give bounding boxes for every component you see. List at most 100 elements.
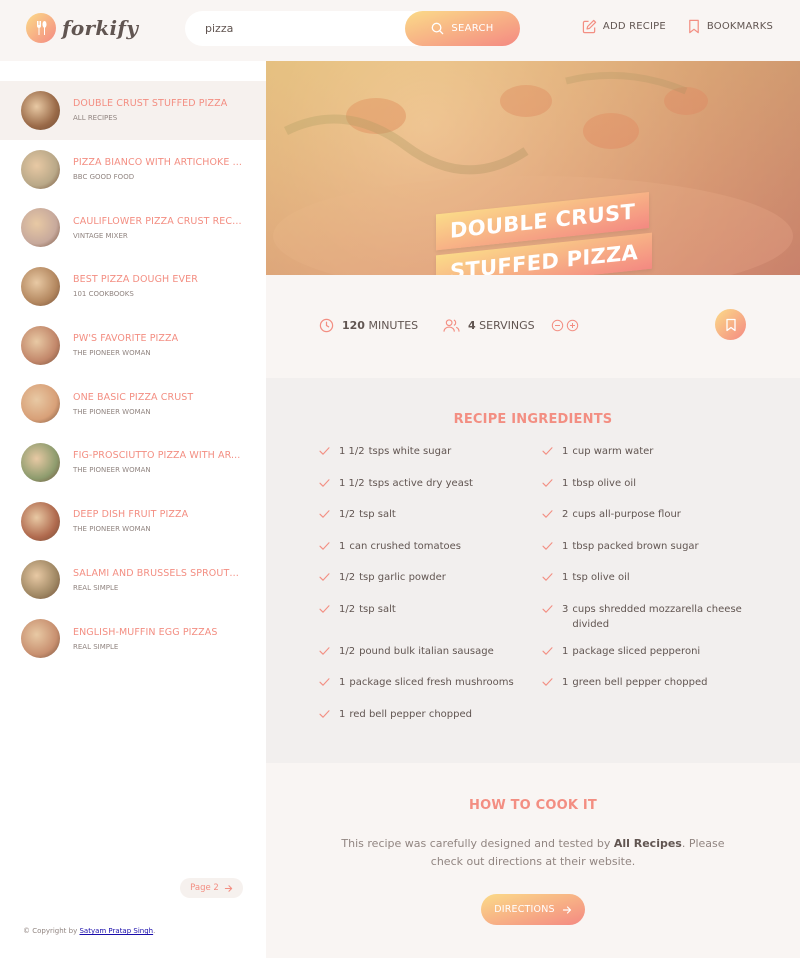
ingredient: 1 tbsp packed brown sugar [542,539,759,559]
search-result-item[interactable]: DEEP DISH FRUIT PIZZA THE PIONEER WOMAN [0,492,266,551]
recipe-thumbnail [21,501,60,541]
bookmark-recipe-button[interactable] [715,309,746,340]
directions-text-1: This recipe was carefully designed and t… [341,837,614,850]
check-icon [319,570,339,590]
ingredient: 1/2 tsp garlic powder [319,570,542,590]
result-text: DOUBLE CRUST STUFFED PIZZA ALL RECIPES [73,98,243,122]
check-icon [542,476,562,496]
ingredient: 1 package sliced pepperoni [542,644,759,664]
bookmark-icon [725,318,736,331]
result-publisher: THE PIONEER WOMAN [73,349,151,358]
next-page-button[interactable]: Page 2 [180,878,243,898]
ingredient-quantity: 1 [339,677,346,688]
ingredient: 3 cups shredded mozzarella cheese divided [542,602,759,632]
search-input[interactable] [185,11,405,46]
results-list: DOUBLE CRUST STUFFED PIZZA ALL RECIPES PIZ… [0,81,266,668]
ingredient-quantity: 1 1/2 [339,446,365,457]
check-icon [542,644,562,664]
search-result-item[interactable]: CAULIFLOWER PIZZA CRUST RECI... VINTAGE M… [0,198,266,257]
result-publisher: ALL RECIPES [73,114,118,123]
increase-servings-button[interactable] [566,319,579,332]
ingredient-quantity: 1/2 [339,645,356,657]
result-text: SALAMI AND BRUSSELS SPROUTS... REAL SIMPL… [73,568,243,592]
check-icon [319,507,339,527]
result-publisher: VINTAGE MIXER [73,231,128,240]
ingredient: 1 1/2 tsps active dry yeast [319,476,542,496]
recipe-thumbnail [21,619,60,659]
search-result-item[interactable]: ONE BASIC PIZZA CRUST THE PIONEER WOMAN [0,374,266,433]
bookmarks-button[interactable]: BOOKMARKS [687,19,773,34]
cooking-time-value: 120 [342,319,365,332]
ingredient-description: red bell pepper chopped [349,708,472,720]
ingredient-description: cup warm water [572,446,654,457]
ingredient: 1/2 tsp salt [319,602,542,632]
recipe-thumbnail [21,384,60,424]
add-recipe-button[interactable]: ADD RECIPE [582,19,666,34]
check-icon [319,444,339,464]
result-title: SALAMI AND BRUSSELS SPROUTS... [73,567,243,579]
how-to-cook-heading: HOW TO COOK IT [469,798,597,813]
copyright-prefix: © Copyright by [23,927,80,935]
ingredient-description: tsp garlic powder [359,572,446,583]
ingredient-quantity: 1/2 [339,572,356,583]
ingredient-quantity: 1 1/2 [339,477,365,489]
search-result-item[interactable]: FIG-PROSCIUTTO PIZZA WITH AR... THE PIONE… [0,433,266,492]
decrease-servings-button[interactable] [551,319,564,332]
ingredient-description: package sliced pepperoni [572,645,701,657]
bookmarks-label: BOOKMARKS [706,21,773,32]
arrow-right-icon [562,905,571,914]
next-page-label: Page 2 [190,883,219,893]
ingredient-quantity: 2 [562,509,569,520]
recipe-thumbnail [21,325,60,365]
recipe-details: 120 MINUTES 4 SERVINGS [266,275,800,378]
ingredient: 2 cups all-purpose flour [542,507,759,527]
check-icon [542,539,562,559]
result-text: BEST PIZZA DOUGH EVER 101 COOKBOOKS [73,274,243,298]
ingredient-quantity: 1 [339,708,346,720]
search-result-item[interactable]: PW'S FAVORITE PIZZA THE PIONEER WOMAN [0,316,266,375]
result-title: DOUBLE CRUST STUFFED PIZZA [73,98,228,110]
ingredient-quantity: 3 [562,603,569,615]
result-publisher: THE PIONEER WOMAN [73,466,151,475]
ingredient-quantity: 1 [562,572,569,583]
result-publisher: REAL SIMPLE [73,583,119,592]
author-link[interactable]: Satyam Pratap Singh [79,927,153,935]
directions-publisher: All Recipes [613,837,682,850]
servings-unit: SERVINGS [479,319,535,332]
ingredient: 1 green bell pepper chopped [542,675,759,695]
result-title: ENGLISH-MUFFIN EGG PIZZAS [73,626,218,638]
ingredient: 1 red bell pepper chopped [319,707,542,727]
check-icon [542,570,562,590]
copyright: © Copyright by Satyam Pratap Singh. [23,927,155,935]
cooking-time-unit: MINUTES [368,319,419,332]
ingredient: 1 tsp olive oil [542,570,759,590]
recipe-thumbnail [21,149,60,189]
recipe-thumbnail [21,90,60,130]
directions-button[interactable]: DIRECTIONS [481,894,585,925]
ingredient-quantity: 1 [562,677,569,688]
search-result-item[interactable]: BEST PIZZA DOUGH EVER 101 COOKBOOKS [0,257,266,316]
search-button[interactable]: SEARCH [405,11,520,46]
logo[interactable]: forkify [26,13,138,43]
ingredient-description: tsps active dry yeast [368,477,473,489]
recipe-thumbnail [21,560,60,600]
search-result-item[interactable]: SALAMI AND BRUSSELS SPROUTS... REAL SIMPL… [0,551,266,610]
ingredient: 1 tbsp olive oil [542,476,759,496]
ingredients-heading: RECIPE INGREDIENTS [453,412,613,427]
ingredient-quantity: 1 [562,446,569,457]
search-result-item[interactable]: ENGLISH-MUFFIN EGG PIZZAS REAL SIMPLE [0,609,266,668]
recipe-thumbnail [21,208,60,248]
ingredient: 1 cup warm water [542,444,759,464]
check-icon [319,476,339,496]
ingredient-description: package sliced fresh mushrooms [349,677,514,688]
ingredient-list: 1 1/2 tsps white sugar 1 cup warm water 1 1/… [319,444,759,726]
result-text: PW'S FAVORITE PIZZA THE PIONEER WOMAN [73,333,243,357]
ingredient-description: can crushed tomatoes [349,540,462,552]
ingredient-description: tbsp olive oil [572,477,636,489]
search-button-label: SEARCH [451,23,494,34]
ingredient: 1/2 tsp salt [319,507,542,527]
result-text: PIZZA BIANCO WITH ARTICHOKE ... BBC GOOD … [73,157,243,181]
search-results-sidebar: DOUBLE CRUST STUFFED PIZZA ALL RECIPES PIZ… [0,61,266,958]
search-result-item[interactable]: PIZZA BIANCO WITH ARTICHOKE ... BBC GOOD … [0,140,266,199]
search-result-item[interactable]: DOUBLE CRUST STUFFED PIZZA ALL RECIPES [0,81,266,140]
